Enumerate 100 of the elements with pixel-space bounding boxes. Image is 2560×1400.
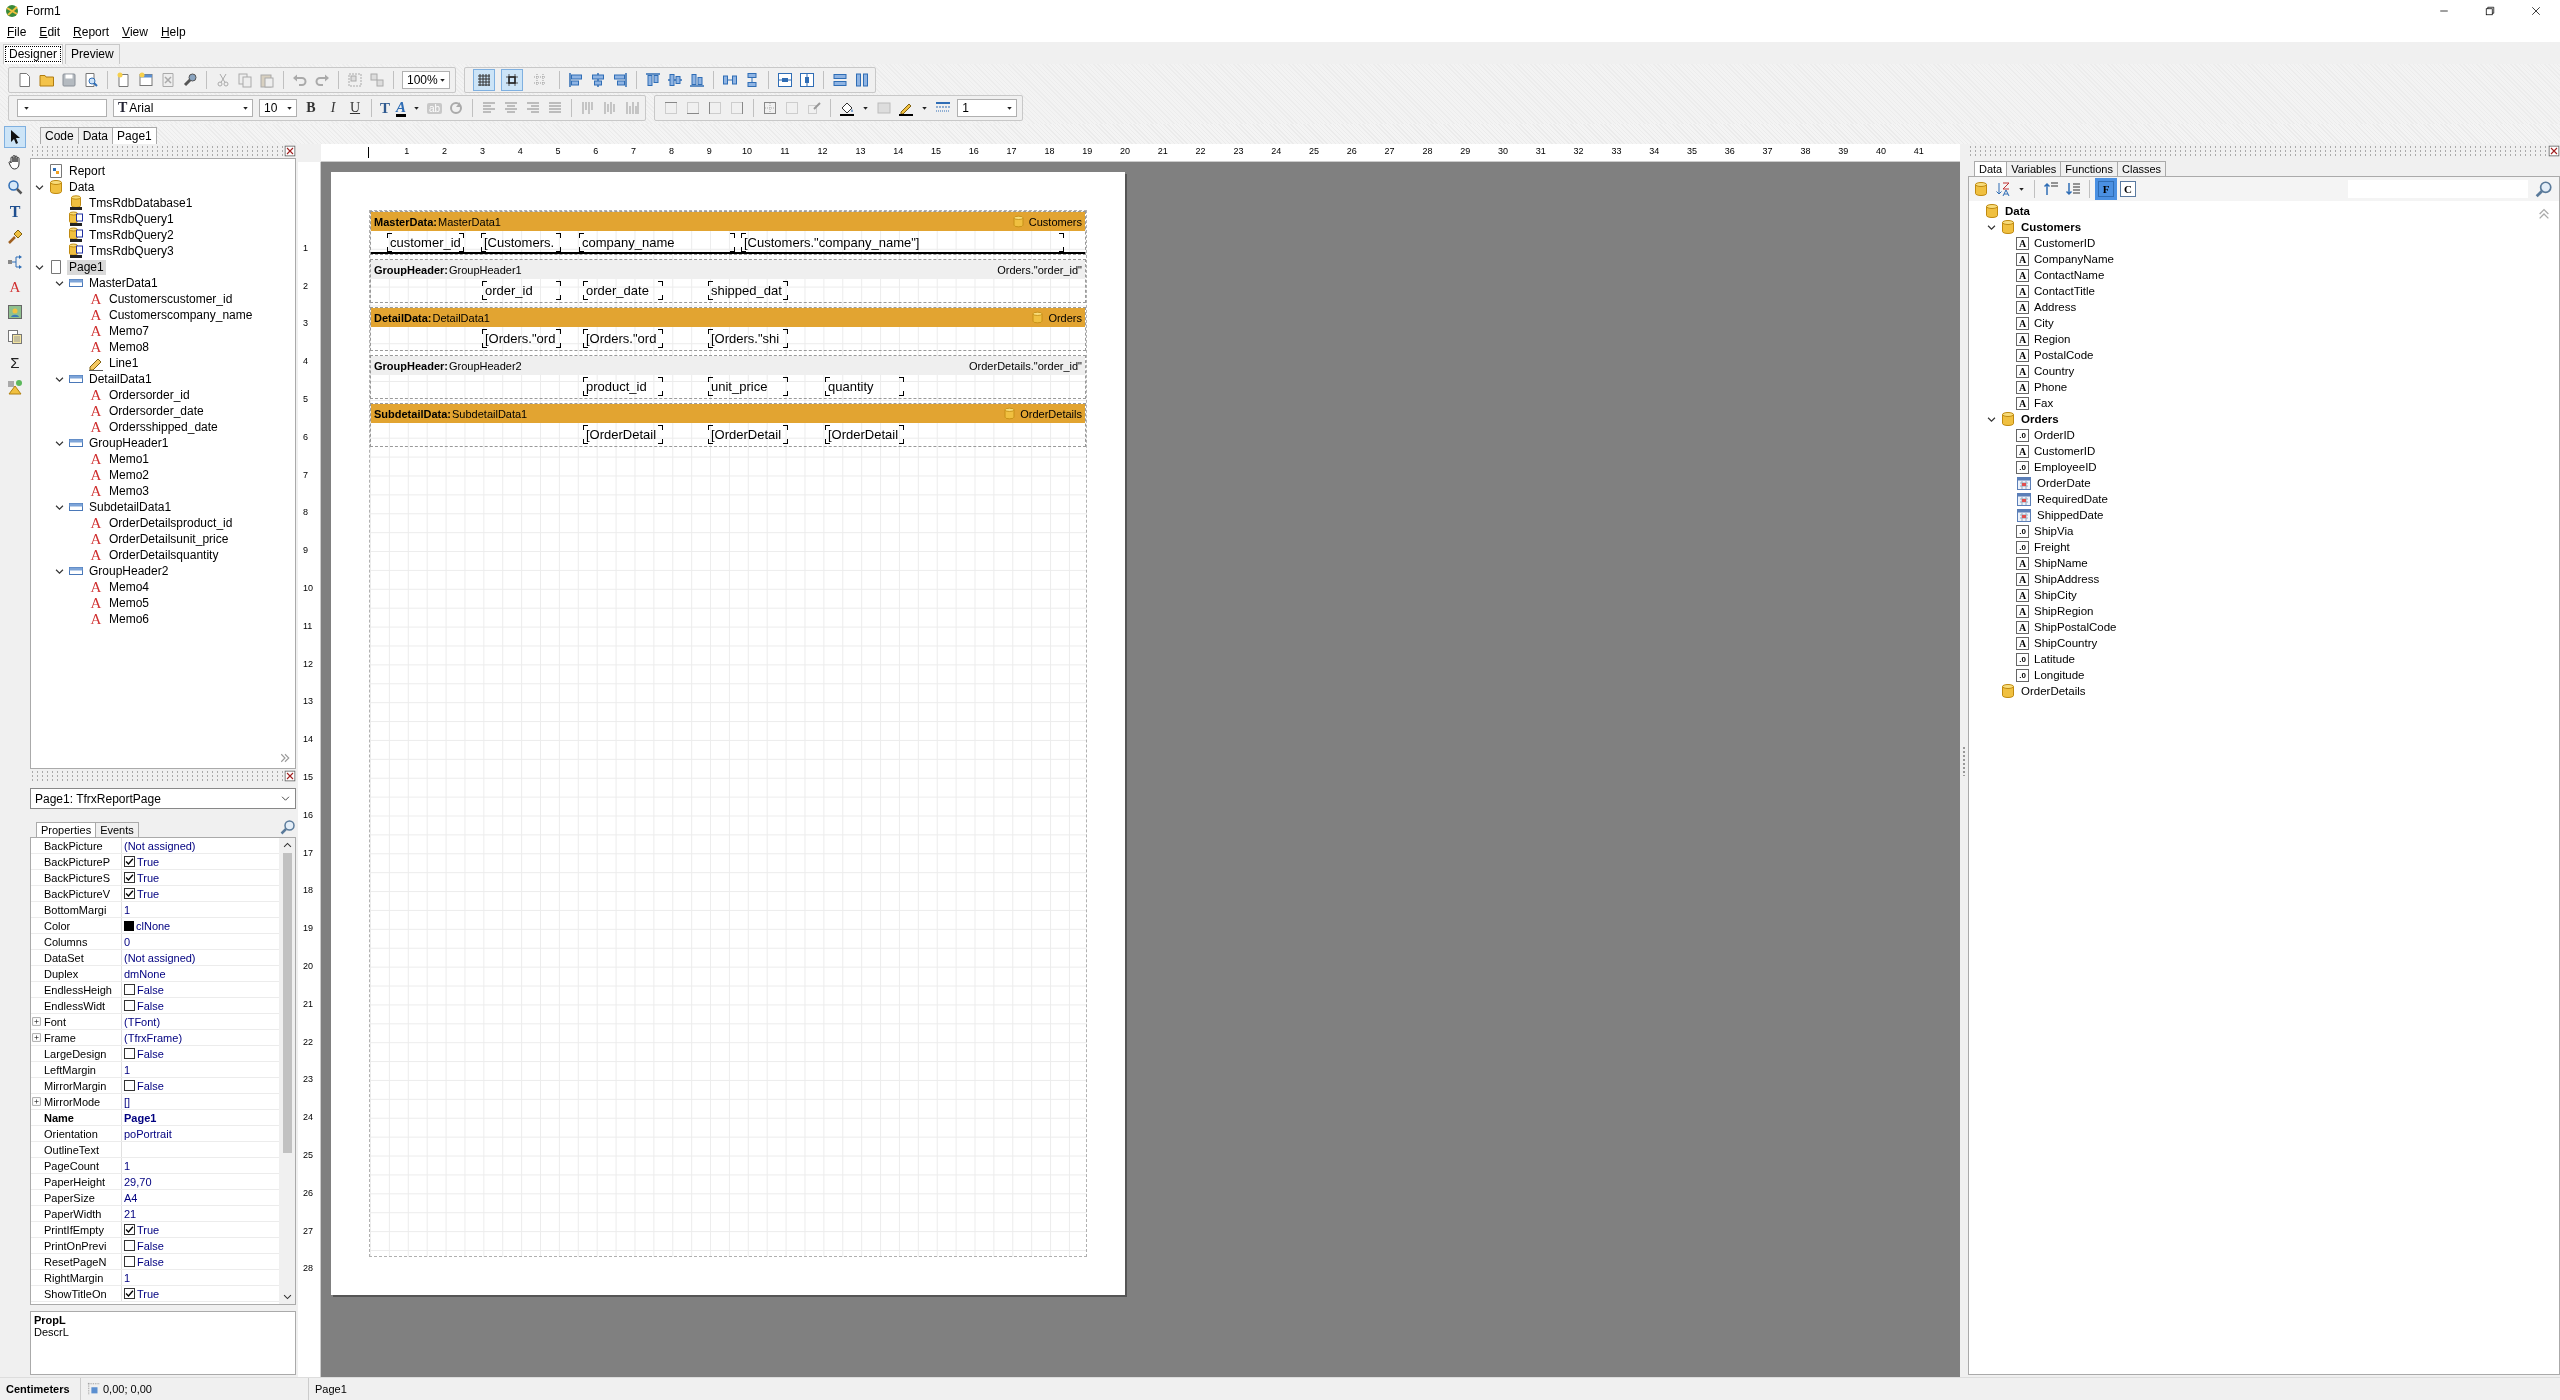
same-height-icon[interactable] (854, 72, 870, 88)
property-value[interactable]: clNone (136, 919, 171, 932)
tree-item[interactable]: ShipAddress (2032, 571, 2102, 587)
property-value[interactable]: 1 (124, 1159, 131, 1172)
tree-item[interactable]: ShipRegion (2032, 603, 2096, 619)
text-object[interactable]: [Orders."shi (708, 329, 788, 348)
report-band[interactable]: GroupHeader:GroupHeader1 Orders."order_id" order_id order_date shipped_dat (370, 259, 1086, 303)
tree-item[interactable]: Customerscustomer_id (107, 291, 235, 307)
report-band[interactable]: MasterData:MasterData1 Customers customer_id [Customers. company_name [Customers."company_name"] (370, 211, 1086, 255)
property-value[interactable]: True (137, 871, 160, 884)
tree-item[interactable]: GroupHeader2 (87, 563, 171, 579)
checkbox[interactable] (124, 1080, 135, 1091)
checkbox[interactable] (124, 1048, 135, 1059)
property-value[interactable]: poPortrait (124, 1127, 172, 1140)
tree-item[interactable]: Country (2032, 363, 2077, 379)
object-combo[interactable]: Page1: TfrxReportPage (30, 788, 296, 809)
frame-top-icon[interactable] (663, 100, 680, 116)
checkbox[interactable] (124, 1000, 135, 1011)
new-file-icon[interactable] (17, 72, 33, 88)
tree-item[interactable]: OrderID (2032, 427, 2077, 443)
property-value[interactable]: (Not assigned) (124, 951, 196, 964)
tree-item[interactable]: Ordersshipped_date (107, 419, 220, 435)
report-band[interactable]: DetailData:DetailData1 Orders [Orders."ord [Orders."ord [Orders."shi (370, 307, 1086, 351)
checkbox[interactable] (124, 872, 135, 883)
tree-item[interactable]: TmsRdbDatabase1 (87, 195, 195, 211)
tree-item[interactable]: ShippedDate (2035, 507, 2106, 523)
tree-item[interactable]: Customerscompany_name (107, 307, 255, 323)
font-size-combo[interactable]: 10 (259, 99, 297, 117)
tab[interactable]: Preview (65, 44, 120, 64)
menu-item[interactable]: Help (155, 25, 194, 39)
property-value[interactable]: (TfrxFrame) (124, 1031, 183, 1044)
search-icon[interactable] (280, 819, 296, 835)
center-vertical-icon[interactable] (799, 72, 815, 88)
tree-item[interactable]: Page1 (67, 259, 106, 275)
search-icon[interactable] (2535, 180, 2553, 198)
menu-item[interactable]: Edit (34, 25, 69, 39)
tree-item[interactable]: TmsRdbQuery2 (87, 227, 176, 243)
tree-item[interactable]: Longitude (2032, 667, 2087, 683)
tree-item[interactable]: PostalCode (2032, 347, 2096, 363)
tree-item[interactable]: CustomerID (2032, 235, 2098, 251)
text-object[interactable]: [OrderDetail (708, 425, 788, 444)
tree-item[interactable]: OrderDate (2035, 475, 2093, 491)
tree-item[interactable]: Ordersorder_id (107, 387, 192, 403)
frame-bottom-icon[interactable] (685, 100, 702, 116)
bold-button[interactable]: B (303, 100, 319, 116)
tree-item[interactable]: ShipVia (2032, 523, 2076, 539)
align-bottom-icon[interactable] (689, 72, 705, 88)
tree-item[interactable]: Phone (2032, 379, 2070, 395)
tree-item[interactable]: OrderDetailsproduct_id (107, 515, 235, 531)
tree-item[interactable]: CompanyName (2032, 251, 2116, 267)
checkbox[interactable] (124, 1240, 135, 1251)
line-width-combo[interactable]: 1 (957, 99, 1018, 117)
tree-item[interactable]: MasterData1 (87, 275, 160, 291)
tree-item[interactable]: Region (2032, 331, 2073, 347)
expand-icon[interactable] (31, 1096, 42, 1107)
tree-item[interactable]: CustomerID (2032, 443, 2098, 459)
tree-item[interactable]: ShipCountry (2032, 635, 2100, 651)
tree-item[interactable]: Latitude (2032, 651, 2077, 667)
folder-icon[interactable] (39, 72, 55, 88)
preview-icon[interactable] (83, 72, 99, 88)
scroll-thumb[interactable] (282, 853, 292, 1153)
frame-all-icon[interactable] (762, 100, 779, 116)
frame-right-icon[interactable] (729, 100, 746, 116)
text-object[interactable]: order_date (583, 281, 663, 300)
text-object[interactable]: order_id (482, 281, 561, 300)
add-page-icon[interactable] (116, 72, 132, 88)
text-object[interactable]: [Customers. (481, 233, 561, 252)
tab[interactable]: Code (40, 127, 79, 144)
property-value[interactable]: False (137, 1255, 164, 1268)
tree-item[interactable]: Ordersorder_date (107, 403, 206, 419)
toggle-button[interactable]: C (2120, 181, 2136, 197)
text-tool[interactable]: T (4, 201, 26, 223)
tab[interactable]: Data (1974, 161, 2008, 176)
tree-item[interactable]: ShipName (2032, 555, 2090, 571)
tree-item[interactable]: Orders (2019, 411, 2061, 427)
tree-item[interactable]: EmployeeID (2032, 459, 2099, 475)
align-left-icon[interactable] (568, 72, 584, 88)
tree-item[interactable]: Memo4 (107, 579, 151, 595)
tree-item[interactable]: ShipCity (2032, 587, 2079, 603)
property-value[interactable]: False (137, 1079, 164, 1092)
align-center-icon[interactable] (590, 72, 606, 88)
expand-icon[interactable] (31, 1032, 42, 1043)
tree-item[interactable]: Memo3 (107, 483, 151, 499)
text-object[interactable]: product_id (583, 377, 663, 396)
menu-item[interactable]: Report (68, 25, 118, 39)
dialog-icon[interactable] (138, 72, 154, 88)
zoom-combo[interactable]: 100% (402, 71, 450, 89)
checkbox[interactable] (124, 1224, 135, 1235)
restore-icon[interactable] (2484, 5, 2496, 17)
underline-button[interactable]: U (347, 100, 363, 116)
checkbox[interactable] (124, 1288, 135, 1299)
tree-item[interactable]: Memo8 (107, 339, 151, 355)
tree-item[interactable]: City (2032, 315, 2056, 331)
sort-icon[interactable] (1995, 181, 2011, 197)
property-value[interactable]: 29,70 (124, 1175, 152, 1188)
property-value[interactable]: (TFont) (124, 1015, 161, 1028)
property-value[interactable]: False (137, 999, 164, 1012)
property-value[interactable]: 21 (124, 1207, 137, 1220)
show-grid-button[interactable] (473, 69, 495, 91)
database-icon[interactable] (1973, 181, 1989, 197)
